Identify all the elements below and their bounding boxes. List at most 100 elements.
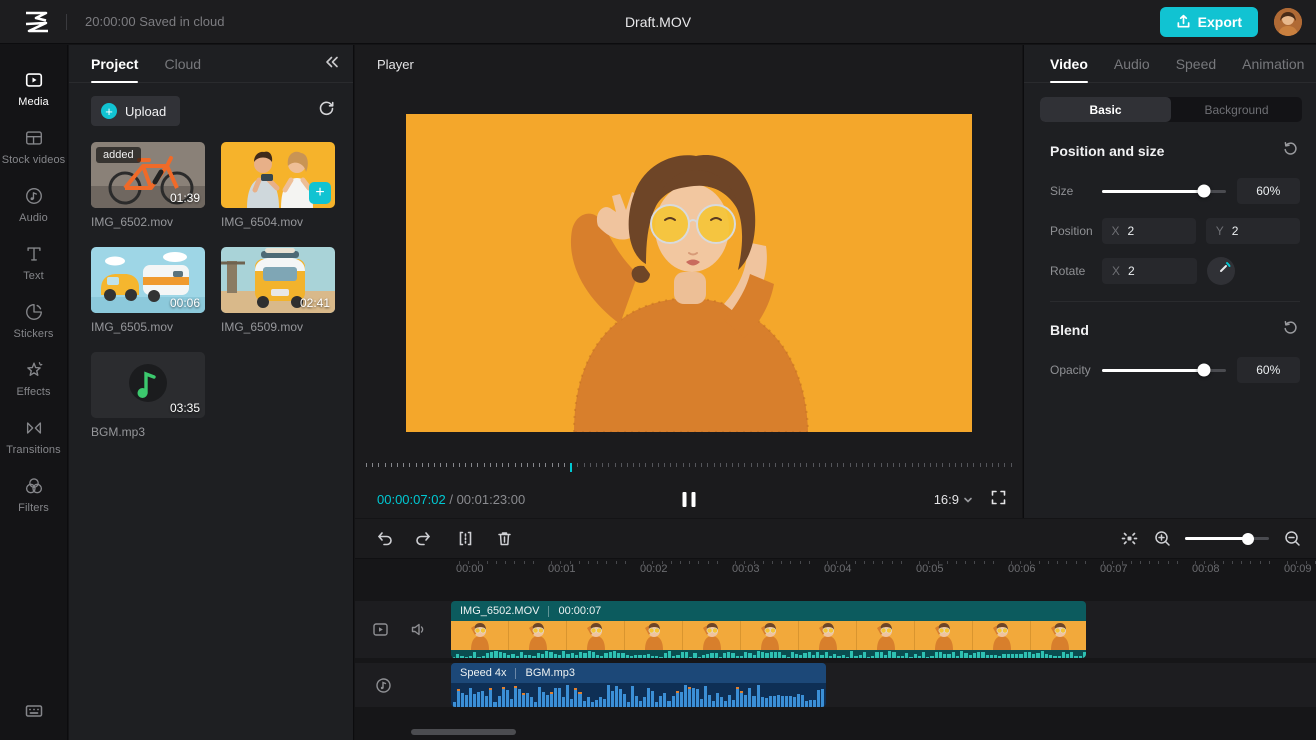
pause-button[interactable] <box>682 492 695 507</box>
media-item-img_6505-mov[interactable]: 00:06 IMG_6505.mov <box>91 247 205 334</box>
timeline-audio-clip[interactable]: Speed 4x BGM.mp3 <box>451 663 826 707</box>
sidebar-item-media[interactable]: Media <box>0 59 68 117</box>
aspect-ratio-dropdown[interactable]: 16:9 <box>934 492 973 507</box>
capcut-logo-icon[interactable] <box>22 10 52 34</box>
sidebar-item-text[interactable]: Text <box>0 233 68 291</box>
tab-audio[interactable]: Audio <box>1114 45 1150 83</box>
sidebar-item-stickers[interactable]: Stickers <box>0 291 68 349</box>
tab-video[interactable]: Video <box>1050 45 1088 83</box>
stickers-icon <box>23 301 45 323</box>
media-item-bgm-mp3[interactable]: 03:35 BGM.mp3 <box>91 352 205 439</box>
ruler-label: 00:09 <box>1284 563 1312 575</box>
zoom-in-icon[interactable] <box>1152 529 1172 549</box>
blend-section-header: Blend <box>1050 320 1298 340</box>
export-upload-icon <box>1176 14 1191 29</box>
rotate-dial[interactable] <box>1207 257 1235 285</box>
ruler-label: 00:04 <box>824 563 852 575</box>
zoom-out-icon[interactable] <box>1282 529 1302 549</box>
export-button[interactable]: Export <box>1160 7 1258 37</box>
size-slider[interactable] <box>1102 190 1226 193</box>
stock-videos-icon <box>23 127 45 149</box>
refresh-icon[interactable] <box>318 100 335 122</box>
media-item-img_6504-mov[interactable]: + IMG_6504.mov <box>221 142 335 229</box>
audio-icon <box>23 185 45 207</box>
inspector-panel: Video Audio Speed Animation Basic Backgroun… <box>1023 45 1316 518</box>
timeline-video-clip[interactable]: IMG_6502.MOV 00:00:07 <box>451 601 1086 658</box>
current-time: 00:00:07:02 <box>377 492 446 507</box>
snapping-icon[interactable] <box>1119 529 1139 549</box>
media-grid: added01:39 IMG_6502.mov + IMG_6504.mov 0… <box>69 126 353 439</box>
plus-icon: + <box>101 103 117 119</box>
chevron-down-icon <box>963 495 973 505</box>
mute-track-icon[interactable] <box>410 621 427 643</box>
timeline-zoom-slider[interactable] <box>1185 537 1269 540</box>
split-icon[interactable] <box>455 529 475 549</box>
sidebar-item-audio[interactable]: Audio <box>0 175 68 233</box>
ruler-label: 00:00 <box>456 563 484 575</box>
duration-label: 00:06 <box>170 296 200 310</box>
transitions-icon <box>23 417 45 439</box>
sidebar-item-effects[interactable]: Effects <box>0 349 68 407</box>
basic-background-toggle: Basic Background <box>1040 97 1302 122</box>
timeline-panel: 00:0000:0100:0200:0300:0400:0500:0600:07… <box>355 519 1316 740</box>
tab-cloud[interactable]: Cloud <box>164 45 201 83</box>
reset-blend-icon[interactable] <box>1283 320 1298 340</box>
save-status: 20:00:00 Saved in cloud <box>85 14 225 29</box>
sidebar-item-transitions[interactable]: Transitions <box>0 407 68 465</box>
sidebar-item-stock-videos[interactable]: Stock videos <box>0 117 68 175</box>
size-label: Size <box>1050 184 1102 198</box>
duration-label: 03:35 <box>170 401 200 415</box>
collapse-panel-icon[interactable] <box>325 55 339 73</box>
total-duration: 00:01:23:00 <box>457 492 526 507</box>
left-sidebar: Media Stock videos Audio Text Stickers E… <box>0 45 68 740</box>
ruler-label: 00:07 <box>1100 563 1128 575</box>
player-panel: Player <box>355 45 1022 518</box>
shortcuts-keyboard-icon[interactable] <box>24 701 44 726</box>
position-size-section-header: Position and size <box>1050 141 1298 161</box>
reset-position-size-icon[interactable] <box>1283 141 1298 161</box>
opacity-value-field[interactable]: 60% <box>1237 357 1300 383</box>
rotate-x-field[interactable]: X 2 <box>1102 258 1197 284</box>
fullscreen-icon[interactable] <box>991 490 1006 510</box>
effects-icon <box>23 359 45 381</box>
position-x-field[interactable]: X 2 <box>1102 218 1196 244</box>
ruler-label: 00:05 <box>916 563 944 575</box>
added-badge: added <box>96 147 141 163</box>
segment-background[interactable]: Background <box>1171 97 1302 122</box>
player-header: Player <box>355 45 1022 72</box>
audio-clip-waveform <box>451 683 826 707</box>
media-item-img_6502-mov[interactable]: added01:39 IMG_6502.mov <box>91 142 205 229</box>
position-label: Position <box>1050 224 1102 238</box>
video-track-icon[interactable] <box>372 621 389 643</box>
timeline-horizontal-scrollbar[interactable] <box>411 729 516 735</box>
ruler-label: 00:01 <box>548 563 576 575</box>
duration-label: 01:39 <box>170 191 200 205</box>
timeline-ruler[interactable]: 00:0000:0100:0200:0300:0400:0500:0600:07… <box>355 559 1316 581</box>
filters-icon <box>23 475 45 497</box>
playhead-marker <box>570 463 572 472</box>
topbar: 20:00:00 Saved in cloud Draft.MOV Export <box>0 0 1316 44</box>
avatar[interactable] <box>1274 8 1302 36</box>
media-icon <box>23 69 45 91</box>
tab-animation[interactable]: Animation <box>1242 45 1304 83</box>
player-scrubber[interactable] <box>366 463 1012 473</box>
project-panel: Project Cloud + Upload added01:39 IMG_6 <box>69 45 354 740</box>
opacity-slider[interactable] <box>1102 369 1226 372</box>
inspector-tabs: Video Audio Speed Animation <box>1024 45 1316 83</box>
delete-icon[interactable] <box>494 529 514 549</box>
timeline-toolbar <box>355 519 1316 559</box>
player-canvas[interactable] <box>406 114 972 432</box>
sidebar-item-filters[interactable]: Filters <box>0 465 68 523</box>
tab-project[interactable]: Project <box>91 45 138 83</box>
media-item-img_6509-mov[interactable]: 02:41 IMG_6509.mov <box>221 247 335 334</box>
size-value-field[interactable]: 60% <box>1237 178 1300 204</box>
redo-icon[interactable] <box>413 529 433 549</box>
document-title: Draft.MOV <box>625 14 691 30</box>
segment-basic[interactable]: Basic <box>1040 97 1171 122</box>
add-to-timeline-button[interactable]: + <box>309 182 331 204</box>
undo-icon[interactable] <box>374 529 394 549</box>
upload-button[interactable]: + Upload <box>91 96 180 126</box>
tab-speed[interactable]: Speed <box>1176 45 1216 83</box>
position-y-field[interactable]: Y 2 <box>1206 218 1300 244</box>
audio-track-icon[interactable] <box>375 677 392 699</box>
